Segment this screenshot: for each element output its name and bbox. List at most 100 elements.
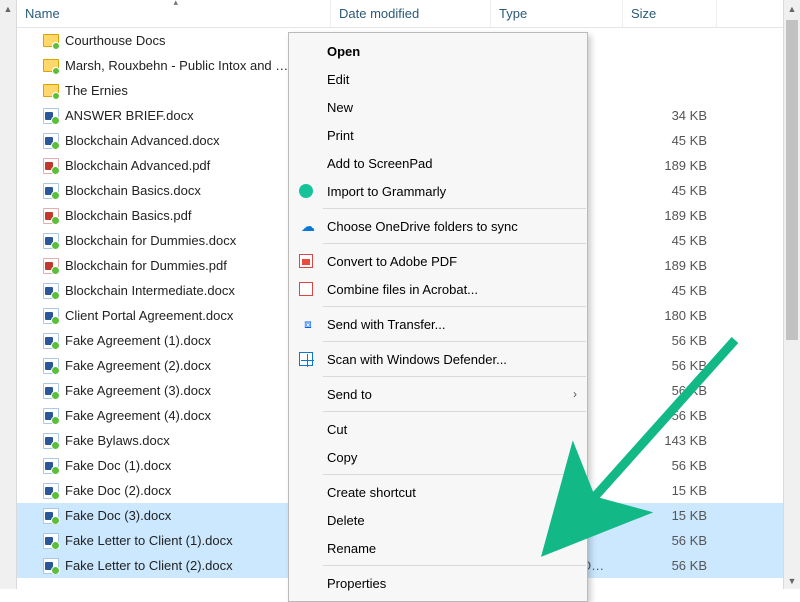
scrollbar-down-icon[interactable]: ▼ bbox=[784, 572, 800, 589]
file-name: Fake Doc (3).docx bbox=[65, 508, 171, 523]
menu-item-copy[interactable]: Copy bbox=[289, 443, 587, 471]
vertical-scrollbar[interactable]: ▲ ▼ bbox=[783, 0, 800, 589]
pdf-icon bbox=[43, 208, 59, 224]
menu-item-choose-onedrive-folders-to-sync[interactable]: ☁Choose OneDrive folders to sync bbox=[289, 212, 587, 240]
menu-item-print[interactable]: Print bbox=[289, 121, 587, 149]
menu-separator bbox=[323, 565, 586, 566]
menu-item-send-with-transfer[interactable]: ⧈ Send with Transfer... bbox=[289, 310, 587, 338]
file-size: 34 KB bbox=[623, 108, 717, 123]
docx-icon bbox=[43, 558, 59, 574]
column-header-date[interactable]: Date modified bbox=[331, 0, 491, 27]
menu-item-send-to[interactable]: Send to › bbox=[289, 380, 587, 408]
scrollbar-up-icon[interactable]: ▲ bbox=[784, 0, 800, 17]
menu-item-label: Open bbox=[327, 44, 360, 59]
file-name: Client Portal Agreement.docx bbox=[65, 308, 233, 323]
menu-item-properties[interactable]: Properties bbox=[289, 569, 587, 597]
menu-item-label: Scan with Windows Defender... bbox=[327, 352, 507, 367]
folder-icon bbox=[43, 83, 59, 99]
docx-icon bbox=[43, 458, 59, 474]
pdf-icon bbox=[43, 158, 59, 174]
file-size: 56 KB bbox=[623, 458, 717, 473]
docx-icon bbox=[43, 508, 59, 524]
dropbox-icon: ⧈ bbox=[299, 315, 317, 333]
menu-separator bbox=[323, 243, 586, 244]
menu-item-delete[interactable]: Delete bbox=[289, 506, 587, 534]
file-size: 56 KB bbox=[623, 558, 717, 573]
menu-item-label: Send with Transfer... bbox=[327, 317, 446, 332]
file-name: Fake Doc (1).docx bbox=[65, 458, 171, 473]
file-size: 189 KB bbox=[623, 258, 717, 273]
menu-item-import-to-grammarly[interactable]: Import to Grammarly bbox=[289, 177, 587, 205]
menu-item-convert-to-adobe-pdf[interactable]: Convert to Adobe PDF bbox=[289, 247, 587, 275]
menu-item-create-shortcut[interactable]: Create shortcut bbox=[289, 478, 587, 506]
menu-separator bbox=[323, 411, 586, 412]
docx-icon bbox=[43, 408, 59, 424]
file-size: 56 KB bbox=[623, 408, 717, 423]
docx-icon bbox=[43, 358, 59, 374]
menu-separator bbox=[323, 341, 586, 342]
menu-separator bbox=[323, 474, 586, 475]
file-name: Fake Agreement (1).docx bbox=[65, 333, 211, 348]
sort-ascending-icon: ▴ bbox=[174, 0, 179, 8]
column-header-size[interactable]: Size bbox=[623, 0, 717, 27]
menu-item-combine-files-in-acrobat[interactable]: Combine files in Acrobat... bbox=[289, 275, 587, 303]
menu-separator bbox=[323, 306, 586, 307]
file-size: 189 KB bbox=[623, 158, 717, 173]
menu-item-label: Send to bbox=[327, 387, 372, 402]
docx-icon bbox=[43, 433, 59, 449]
menu-item-add-to-screenpad[interactable]: Add to ScreenPad bbox=[289, 149, 587, 177]
file-name: Fake Doc (2).docx bbox=[65, 483, 171, 498]
scrollbar-up-icon[interactable]: ▲ bbox=[0, 0, 16, 17]
docx-icon bbox=[43, 333, 59, 349]
context-menu: Open EditNew Print Add to ScreenPad Import t… bbox=[288, 32, 588, 602]
file-size: 15 KB bbox=[623, 483, 717, 498]
column-header-name[interactable]: ▴ Name bbox=[17, 0, 331, 27]
file-size: 189 KB bbox=[623, 208, 717, 223]
menu-item-label: Rename bbox=[327, 541, 376, 556]
file-size: 143 KB bbox=[623, 433, 717, 448]
scrollbar-thumb[interactable] bbox=[786, 20, 798, 340]
file-name: Blockchain Advanced.pdf bbox=[65, 158, 210, 173]
file-size: 45 KB bbox=[623, 233, 717, 248]
left-pane-scrollbar[interactable]: ▲ bbox=[0, 0, 17, 589]
pdf-icon bbox=[43, 258, 59, 274]
menu-item-open[interactable]: Open bbox=[289, 37, 587, 65]
menu-item-label: Choose OneDrive folders to sync bbox=[327, 219, 518, 234]
menu-item-new[interactable]: New bbox=[289, 93, 587, 121]
file-size: 45 KB bbox=[623, 283, 717, 298]
file-size: 56 KB bbox=[623, 358, 717, 373]
docx-icon bbox=[43, 233, 59, 249]
combine-icon bbox=[299, 282, 313, 296]
file-name: Blockchain for Dummies.docx bbox=[65, 233, 236, 248]
folder-icon bbox=[43, 33, 59, 49]
menu-item-scan-with-windows-defender[interactable]: Scan with Windows Defender... bbox=[289, 345, 587, 373]
file-size: 45 KB bbox=[623, 183, 717, 198]
menu-separator bbox=[323, 208, 586, 209]
file-name: Blockchain for Dummies.pdf bbox=[65, 258, 227, 273]
menu-item-edit[interactable]: Edit bbox=[289, 65, 587, 93]
docx-icon bbox=[43, 383, 59, 399]
menu-item-cut[interactable]: Cut bbox=[289, 415, 587, 443]
column-label: Type bbox=[499, 6, 527, 21]
file-name: Fake Bylaws.docx bbox=[65, 433, 170, 448]
menu-item-label: Print bbox=[327, 128, 354, 143]
menu-item-label: Convert to Adobe PDF bbox=[327, 254, 457, 269]
column-header-row: ▴ Name Date modified Type Size bbox=[17, 0, 783, 28]
file-name: Fake Letter to Client (2).docx bbox=[65, 558, 233, 573]
chevron-right-icon: › bbox=[573, 387, 577, 401]
column-header-type[interactable]: Type bbox=[491, 0, 623, 27]
file-name: Blockchain Advanced.docx bbox=[65, 133, 220, 148]
menu-item-label: Properties bbox=[327, 576, 386, 591]
docx-icon bbox=[43, 283, 59, 299]
menu-item-label: Cut bbox=[327, 422, 347, 437]
pdf-icon bbox=[299, 254, 313, 268]
menu-item-label: Copy bbox=[327, 450, 357, 465]
file-name: Fake Agreement (3).docx bbox=[65, 383, 211, 398]
menu-item-label: Add to ScreenPad bbox=[327, 156, 433, 171]
folder-icon bbox=[43, 58, 59, 74]
menu-item-rename[interactable]: Rename bbox=[289, 534, 587, 562]
docx-icon bbox=[43, 308, 59, 324]
file-name: Blockchain Intermediate.docx bbox=[65, 283, 235, 298]
docx-icon bbox=[43, 533, 59, 549]
file-name: Blockchain Basics.pdf bbox=[65, 208, 191, 223]
